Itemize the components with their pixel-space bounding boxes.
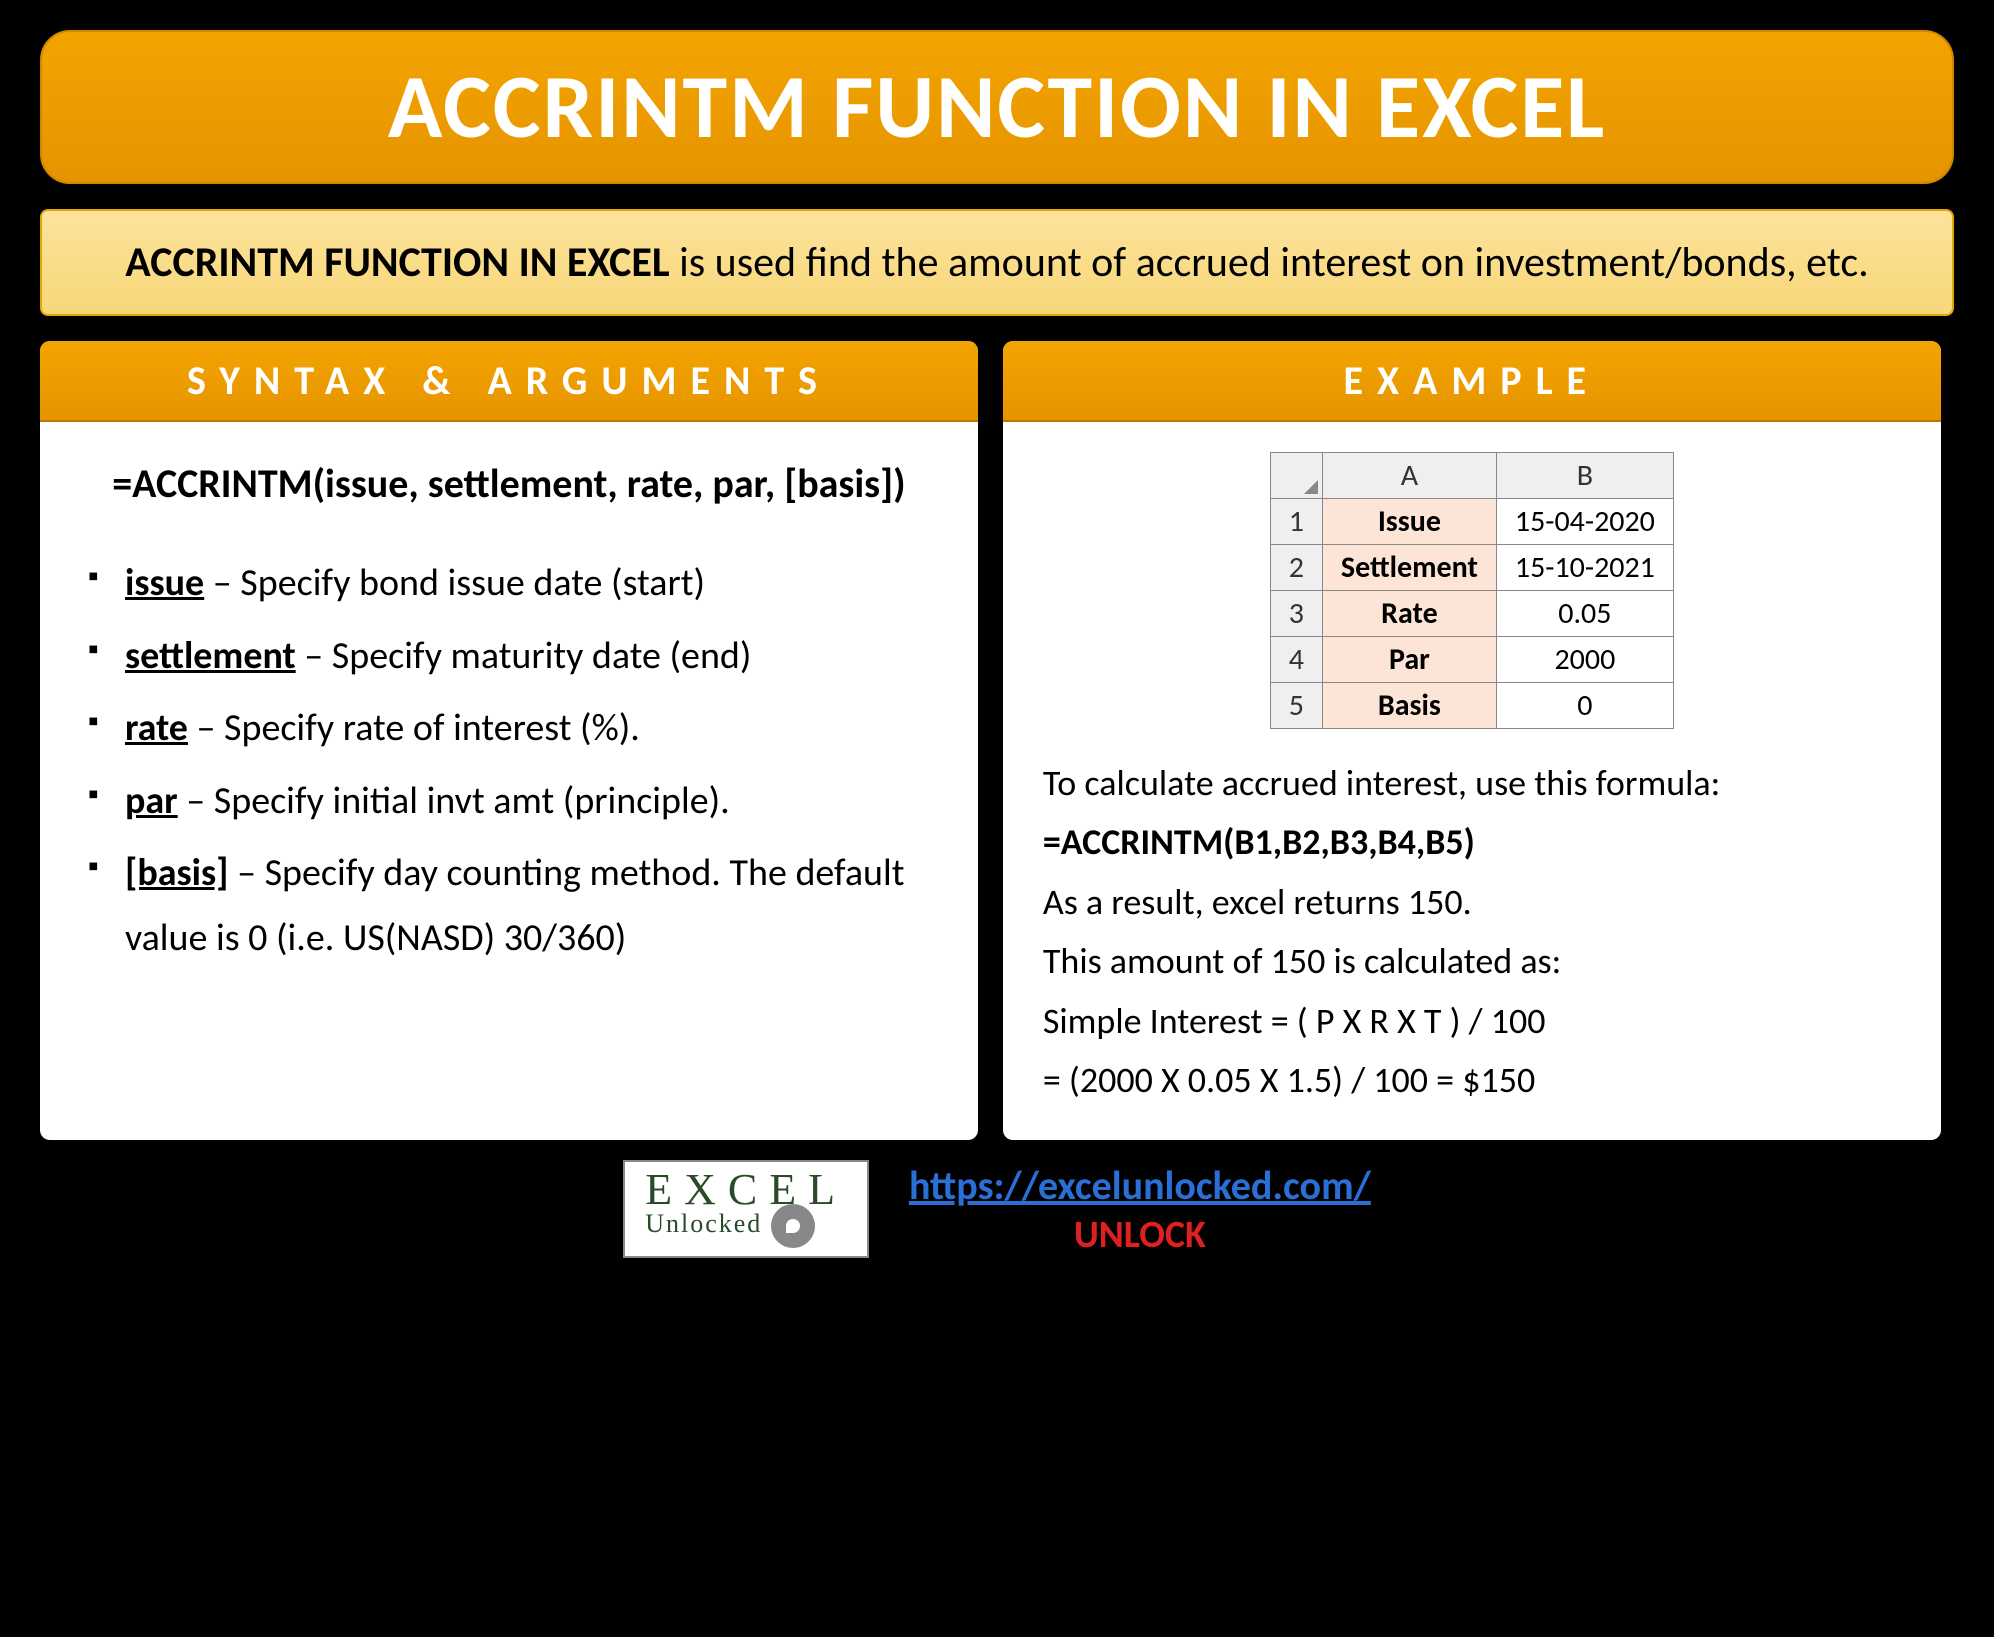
example-formula: =ACCRINTM(B1,B2,B3,B4,B5) (1043, 813, 1901, 872)
arg-rate: rate – Specify rate of interest (%). (80, 696, 938, 761)
table-header-row: A B (1270, 453, 1673, 499)
table-row: 3 Rate 0.05 (1270, 591, 1673, 637)
arg-name-par: par (125, 778, 178, 824)
example-calc-intro: This amount of 150 is calculated as: (1043, 932, 1901, 991)
logo: EXCEL Unlocked (623, 1160, 869, 1258)
syntax-panel: SYNTAX & ARGUMENTS =ACCRINTM(issue, sett… (40, 341, 978, 1140)
row-num: 5 (1270, 683, 1322, 729)
page-title: ACCRINTM FUNCTION IN EXCEL (82, 52, 1912, 162)
arg-name-rate: rate (125, 705, 188, 751)
row-label: Basis (1322, 683, 1496, 729)
arg-desc-settlement: – Specify maturity date (end) (296, 633, 752, 679)
table-row: 1 Issue 15-04-2020 (1270, 499, 1673, 545)
description-bold: ACCRINTM FUNCTION IN EXCEL (125, 237, 669, 288)
example-intro: To calculate accrued interest, use this … (1043, 754, 1901, 813)
table-row: 2 Settlement 15-10-2021 (1270, 545, 1673, 591)
arg-name-basis: [basis] (125, 850, 228, 896)
logo-text-wrap: EXCEL Unlocked (645, 1170, 847, 1248)
row-value: 0.05 (1496, 591, 1673, 637)
description-text: ACCRINTM FUNCTION IN EXCEL is used find … (82, 231, 1912, 294)
arg-settlement: settlement – Specify maturity date (end) (80, 624, 938, 689)
row-num: 2 (1270, 545, 1322, 591)
arg-par: par – Specify initial invt amt (principl… (80, 769, 938, 834)
columns: SYNTAX & ARGUMENTS =ACCRINTM(issue, sett… (40, 341, 1954, 1140)
syntax-body: =ACCRINTM(issue, settlement, rate, par, … (40, 422, 978, 1140)
description-rest: is used find the amount of accrued inter… (670, 237, 1869, 288)
example-header: EXAMPLE (1003, 341, 1941, 422)
row-label: Settlement (1322, 545, 1496, 591)
arg-desc-issue: – Specify bond issue date (start) (204, 560, 705, 606)
arg-name-issue: issue (125, 560, 204, 606)
footer-link[interactable]: https://excelunlocked.com/ (909, 1161, 1371, 1210)
arg-desc-basis: – Specify day counting method. The defau… (125, 850, 904, 961)
logo-sub-label: Unlocked (645, 1209, 762, 1238)
footer-right: https://excelunlocked.com/ UNLOCK (909, 1161, 1371, 1258)
footer: EXCEL Unlocked https://excelunlocked.com… (40, 1160, 1954, 1258)
table-row: 4 Par 2000 (1270, 637, 1673, 683)
table-corner (1270, 453, 1322, 499)
arg-name-settlement: settlement (125, 633, 296, 679)
col-a-header: A (1322, 453, 1496, 499)
example-result: As a result, excel returns 150. (1043, 873, 1901, 932)
row-value: 2000 (1496, 637, 1673, 683)
row-value: 0 (1496, 683, 1673, 729)
syntax-header: SYNTAX & ARGUMENTS (40, 341, 978, 422)
row-label: Rate (1322, 591, 1496, 637)
row-num: 1 (1270, 499, 1322, 545)
row-value: 15-04-2020 (1496, 499, 1673, 545)
col-b-header: B (1496, 453, 1673, 499)
example-body: A B 1 Issue 15-04-2020 2 Settlement 15-1… (1003, 422, 1941, 1140)
arg-desc-par: – Specify initial invt amt (principle). (178, 778, 730, 824)
row-num: 3 (1270, 591, 1322, 637)
footer-unlock: UNLOCK (909, 1212, 1371, 1258)
arg-desc-rate: – Specify rate of interest (%). (188, 705, 640, 751)
arg-basis: [basis] – Specify day counting method. T… (80, 841, 938, 970)
example-calc-numbers: = (2000 X 0.05 X 1.5) / 100 = $150 (1043, 1051, 1901, 1110)
argument-list: issue – Specify bond issue date (start) … (80, 551, 938, 971)
example-calc-formula: Simple Interest = ( P X R X T ) / 100 (1043, 992, 1901, 1051)
syntax-column: SYNTAX & ARGUMENTS =ACCRINTM(issue, sett… (40, 341, 978, 1140)
arg-issue: issue – Specify bond issue date (start) (80, 551, 938, 616)
row-label: Par (1322, 637, 1496, 683)
example-table: A B 1 Issue 15-04-2020 2 Settlement 15-1… (1270, 452, 1674, 729)
row-label: Issue (1322, 499, 1496, 545)
description-box: ACCRINTM FUNCTION IN EXCEL is used find … (40, 209, 1954, 316)
example-column: EXAMPLE A B 1 Issue 15-04-2020 2 (1003, 341, 1941, 1140)
syntax-formula: =ACCRINTM(issue, settlement, rate, par, … (80, 452, 938, 516)
table-row: 5 Basis 0 (1270, 683, 1673, 729)
row-value: 15-10-2021 (1496, 545, 1673, 591)
example-text: To calculate accrued interest, use this … (1043, 754, 1901, 1110)
row-num: 4 (1270, 637, 1322, 683)
keyhole-icon (771, 1204, 815, 1248)
example-panel: EXAMPLE A B 1 Issue 15-04-2020 2 (1003, 341, 1941, 1140)
title-banner: ACCRINTM FUNCTION IN EXCEL (40, 30, 1954, 184)
